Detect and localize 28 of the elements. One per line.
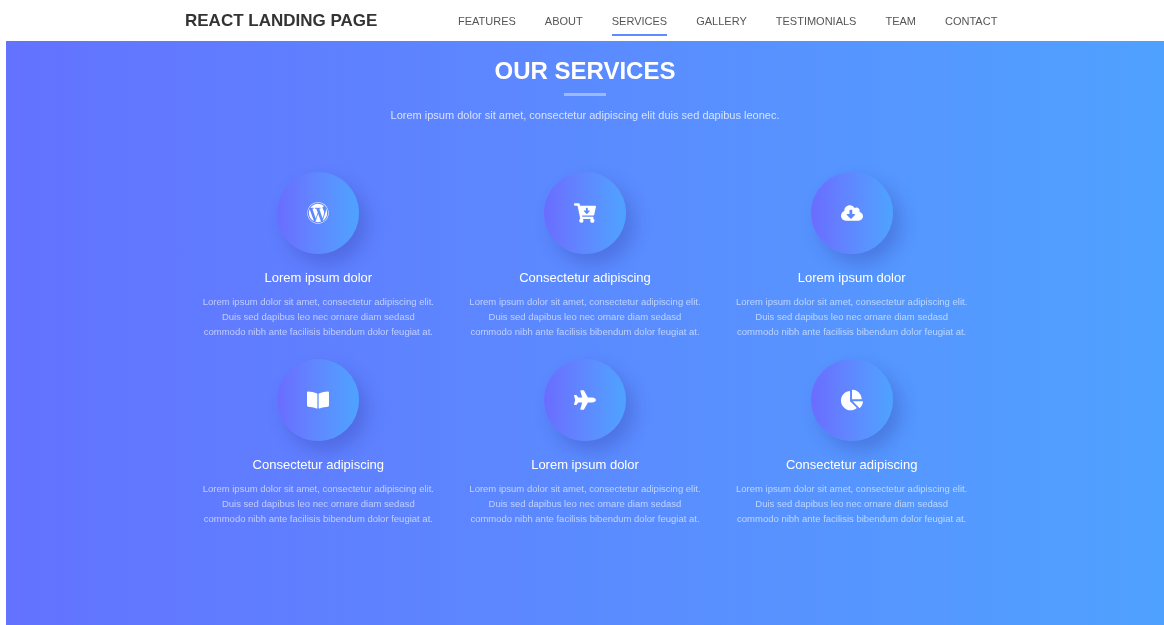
service-description: Lorem ipsum dolor sit amet, consectetur adipiscing elit. Duis sed dapibus leo nec ornare diam sedasd commodo nibh ante facilisis bibendum dolor feugiat at. <box>469 481 701 526</box>
nav-link[interactable]: TESTIMONIALS <box>775 4 857 37</box>
book-icon <box>307 388 330 411</box>
nav-link[interactable]: ABOUT <box>544 4 583 37</box>
section-title: OUR SERVICES <box>494 56 676 86</box>
service-title: Lorem ipsum dolor <box>264 268 373 287</box>
nav-link[interactable]: SERVICES <box>611 4 668 37</box>
service-description: Lorem ipsum dolor sit amet, consectetur adipiscing elit. Duis sed dapibus leo nec ornare diam sedasd commodo nibh ante facilisis bibendum dolor feugiat at. <box>202 481 435 526</box>
service-description: Lorem ipsum dolor sit amet, consectetur adipiscing elit. Duis sed dapibus leo nec ornare diam sedasd commodo nibh ante facilisis bibendum dolor feugiat at. <box>735 294 968 339</box>
service-title: Lorem ipsum dolor <box>531 455 639 474</box>
service-title: Consectetur adipiscing <box>252 455 385 474</box>
nav-link[interactable]: TEAM <box>885 4 916 37</box>
service-title: Consectetur adipiscing <box>785 455 918 474</box>
service-title: Lorem ipsum dolor <box>797 268 906 287</box>
pie-chart-icon <box>840 388 863 411</box>
service-description: Lorem ipsum dolor sit amet, consectetur adipiscing elit. Duis sed dapibus leo nec ornare diam sedasd commodo nibh ante facilisis bibendum dolor feugiat at. <box>202 294 435 339</box>
service-description: Lorem ipsum dolor sit amet, consectetur adipiscing elit. Duis sed dapibus leo nec ornare diam sedasd commodo nibh ante facilisis bibendum dolor feugiat at. <box>735 481 968 526</box>
section-subtitle: Lorem ipsum dolor sit amet, consectetur adipiscing elit duis sed dapibus leonec. <box>390 108 780 123</box>
nav-link[interactable]: FEATURES <box>458 4 516 37</box>
service-title: Consectetur adipiscing <box>519 268 651 287</box>
wordpress-logo-icon <box>307 201 330 224</box>
nav-link[interactable]: GALLERY <box>696 4 747 37</box>
cart-icon <box>574 201 596 224</box>
site-logo[interactable]: REACT LANDING PAGE <box>185 7 458 34</box>
service-description: Lorem ipsum dolor sit amet, consectetur adipiscing elit. Duis sed dapibus leo nec ornare diam sedasd commodo nibh ante facilisis bibendum dolor feugiat at. <box>469 294 701 339</box>
nav-link[interactable]: CONTACT <box>945 4 998 37</box>
title-underline <box>564 93 606 96</box>
plane-icon <box>574 388 596 411</box>
